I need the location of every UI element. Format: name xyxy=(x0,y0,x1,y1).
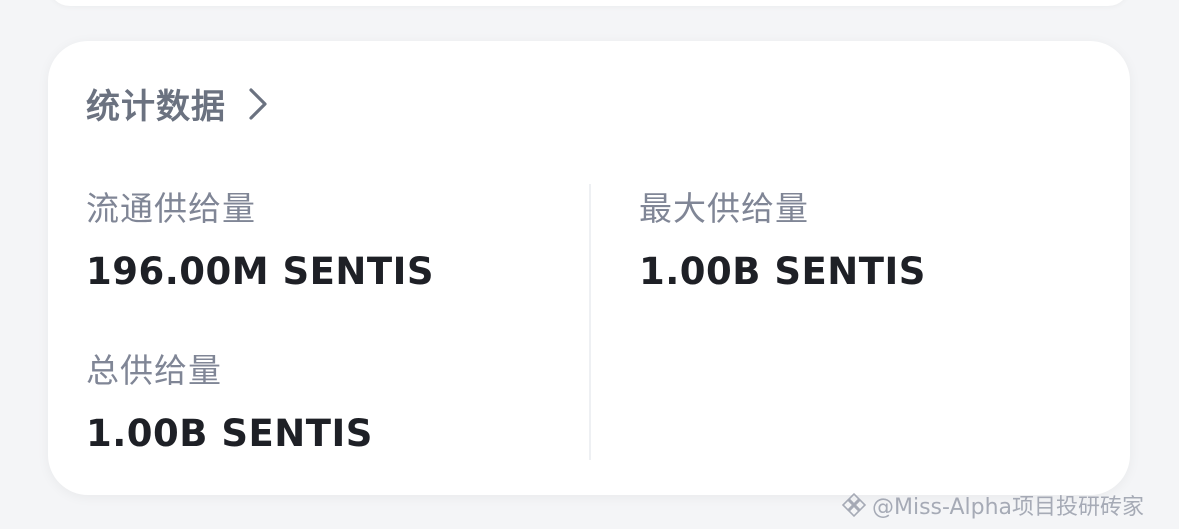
circulating-supply-value: 196.00M SENTIS xyxy=(86,250,435,293)
column-divider xyxy=(589,184,591,460)
statistics-header-link[interactable]: 统计数据 xyxy=(86,79,268,128)
statistics-title: 统计数据 xyxy=(86,87,226,127)
circulating-supply-stat: 流通供给量 196.00M SENTIS xyxy=(86,189,434,294)
total-supply-value: 1.00B SENTIS xyxy=(86,412,373,455)
max-supply-label: 最大供给量 xyxy=(639,189,809,228)
max-supply-value: 1.00B SENTIS xyxy=(639,250,926,293)
chevron-right-icon xyxy=(249,87,267,120)
previous-card-edge xyxy=(48,0,1130,6)
watermark: @Miss-Alpha项目投研砖家 xyxy=(842,489,1144,521)
total-supply-label: 总供给量 xyxy=(86,351,222,390)
total-supply-stat: 总供给量 1.00B SENTIS xyxy=(86,351,373,456)
watermark-text: @Miss-Alpha项目投研砖家 xyxy=(872,495,1145,520)
circulating-supply-label: 流通供给量 xyxy=(86,189,256,228)
statistics-card: 统计数据 流通供给量 196.00M SENTIS 最大供给量 1.00B SE… xyxy=(48,41,1130,495)
binance-square-icon xyxy=(842,493,866,517)
max-supply-stat: 最大供给量 1.00B SENTIS xyxy=(639,189,926,294)
